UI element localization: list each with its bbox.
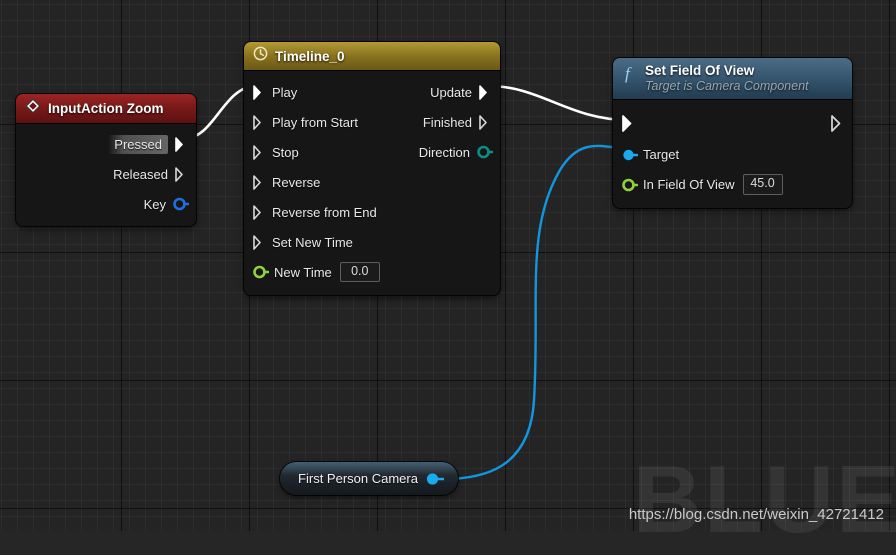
- pin-label-in-field-of-view: In Field Of View: [643, 177, 735, 193]
- timeline-input-pins: Play Play from Start Stop Reverse Revers…: [244, 77, 410, 287]
- enum-pin-direction[interactable]: [477, 145, 493, 159]
- exec-pin-update[interactable]: [479, 84, 491, 100]
- pin-label-update: Update: [430, 84, 472, 100]
- exec-pin-play[interactable]: [253, 84, 265, 100]
- pin-row-in-field-of-view[interactable]: In Field Of View 45.0: [613, 170, 852, 200]
- node-body: Play Play from Start Stop Reverse Revers…: [244, 71, 500, 295]
- pin-row-target[interactable]: Target: [613, 140, 852, 170]
- pin-row-play-from-start[interactable]: Play from Start: [244, 107, 410, 137]
- struct-pin-key[interactable]: [173, 197, 189, 211]
- node-set-field-of-view[interactable]: f Set Field Of View Target is Camera Com…: [613, 58, 852, 208]
- pin-row-finished[interactable]: Finished: [410, 107, 500, 137]
- pin-label-set-new-time: Set New Time: [272, 234, 353, 250]
- pin-row-pressed[interactable]: Pressed: [16, 129, 196, 159]
- exec-pin-set-new-time[interactable]: [253, 234, 265, 250]
- watermark-url: https://blog.csdn.net/weixin_42721412: [628, 506, 884, 523]
- node-timeline[interactable]: Timeline_0 Play Play from Start Stop Rev…: [244, 42, 500, 295]
- new-time-value-input[interactable]: 0.0: [339, 261, 380, 283]
- svg-text:f: f: [625, 64, 632, 83]
- blueprint-graph-canvas[interactable]: BLUE https://blog.csdn.net/weixin_427214…: [0, 0, 896, 553]
- pin-label-finished: Finished: [422, 114, 472, 130]
- pin-label-play: Play: [272, 84, 298, 100]
- pin-row-reverse[interactable]: Reverse: [244, 167, 410, 197]
- pin-row-play[interactable]: Play: [244, 77, 410, 107]
- pin-row-set-new-time[interactable]: Set New Time: [244, 227, 410, 257]
- pin-row-exec[interactable]: [613, 106, 852, 140]
- object-pin-first-person-camera[interactable]: [426, 472, 444, 486]
- variable-label-first-person-camera: First Person Camera: [298, 471, 418, 486]
- wire-update-to-setfov: [487, 84, 630, 122]
- node-body: Pressed Released Key: [16, 124, 196, 226]
- exec-pin-finished[interactable]: [479, 114, 491, 130]
- pin-label-play-from-start: Play from Start: [272, 114, 358, 130]
- diamond-event-icon: [25, 98, 41, 119]
- exec-pin-reverse[interactable]: [253, 174, 265, 190]
- exec-pin-released[interactable]: [175, 166, 187, 182]
- float-pin-new-time[interactable]: [253, 265, 269, 279]
- pin-label-pressed: Pressed: [108, 134, 168, 154]
- node-title: Timeline_0: [275, 48, 345, 64]
- node-header[interactable]: Timeline_0: [244, 42, 500, 71]
- node-title: InputAction Zoom: [48, 101, 164, 116]
- node-title: Set Field Of View: [645, 63, 755, 78]
- pin-row-key[interactable]: Key: [16, 189, 196, 219]
- clock-icon: [253, 46, 268, 66]
- pin-row-stop[interactable]: Stop: [244, 137, 410, 167]
- node-subtitle: Target is Camera Component: [645, 78, 809, 93]
- node-header[interactable]: f Set Field Of View Target is Camera Com…: [613, 58, 852, 100]
- pin-row-reverse-from-end[interactable]: Reverse from End: [244, 197, 410, 227]
- exec-pin-out[interactable]: [831, 115, 843, 133]
- node-header[interactable]: InputAction Zoom: [16, 94, 196, 124]
- pin-label-reverse: Reverse: [272, 174, 321, 190]
- node-body: Target In Field Of View 45.0: [613, 100, 852, 208]
- pin-row-released[interactable]: Released: [16, 159, 196, 189]
- pin-label-stop: Stop: [272, 144, 299, 160]
- float-pin-in-field-of-view[interactable]: [622, 178, 638, 192]
- watermark-text: BLUE: [632, 446, 896, 553]
- pin-label-key: Key: [143, 196, 166, 212]
- node-first-person-camera[interactable]: First Person Camera: [280, 462, 458, 495]
- in-field-of-view-value-input[interactable]: 45.0: [742, 174, 783, 195]
- timeline-output-pins: Update Finished Direction: [410, 77, 500, 287]
- exec-pin-stop[interactable]: [253, 144, 265, 160]
- pin-label-direction: Direction: [418, 144, 470, 160]
- pin-label-reverse-from-end: Reverse from End: [272, 204, 377, 220]
- pin-row-direction[interactable]: Direction: [410, 137, 500, 167]
- function-f-icon: f: [622, 64, 638, 89]
- pin-row-update[interactable]: Update: [410, 77, 500, 107]
- node-input-action-zoom[interactable]: InputAction Zoom Pressed Released Key: [16, 94, 196, 226]
- exec-pin-play-from-start[interactable]: [253, 114, 265, 130]
- exec-pin-pressed[interactable]: [175, 136, 187, 152]
- exec-pin-reverse-from-end[interactable]: [253, 204, 265, 220]
- object-pin-target[interactable]: [622, 148, 638, 162]
- exec-pin-in[interactable]: [622, 115, 634, 133]
- pin-row-new-time[interactable]: New Time 0.0: [244, 257, 410, 287]
- pin-label-target: Target: [643, 147, 680, 163]
- pin-label-new-time: New Time: [274, 264, 332, 280]
- pin-label-released: Released: [113, 166, 168, 182]
